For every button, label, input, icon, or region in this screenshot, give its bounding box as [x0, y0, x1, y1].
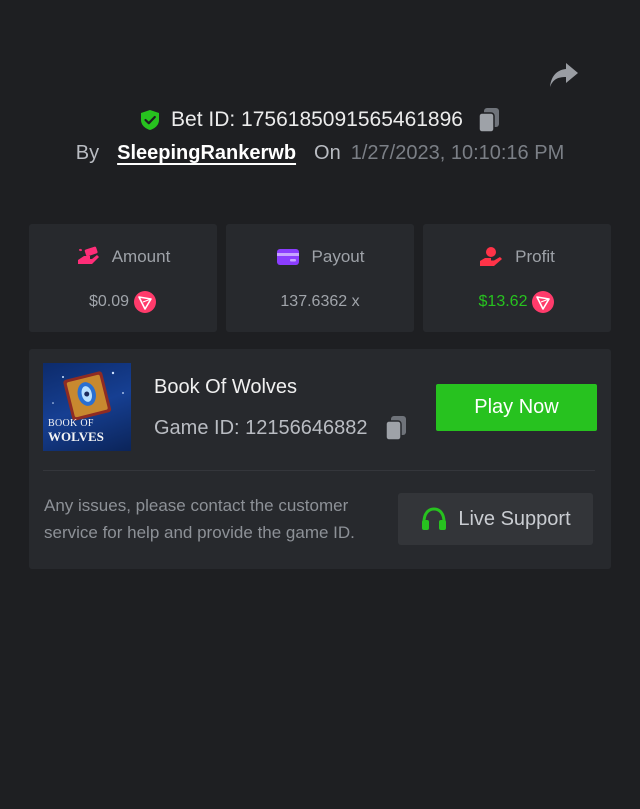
share-arrow-icon [550, 63, 578, 87]
stat-amount: Amount $0.09 [29, 224, 217, 332]
shield-check-icon [139, 109, 161, 131]
copy-bet-id-button[interactable] [477, 107, 501, 133]
share-button[interactable] [546, 58, 582, 92]
headset-icon [420, 506, 448, 532]
tron-coin-icon [531, 290, 555, 314]
money-hand-icon [76, 246, 100, 268]
profit-label: Profit [515, 247, 555, 266]
bet-stats: Amount $0.09 Payout 137.6362 x Profit $1… [29, 224, 611, 332]
support-notice: Any issues, please contact the customer … [44, 496, 355, 542]
on-label: On [314, 142, 341, 164]
username-link[interactable]: SleepingRankerwb [117, 142, 296, 165]
profit-hand-icon [479, 246, 503, 268]
tron-coin-icon [133, 290, 157, 314]
game-id-label: Game ID: 12156646882 [154, 416, 368, 439]
thumbnail-subtitle: BOOK OF [48, 418, 94, 429]
copy-icon [478, 108, 499, 133]
amount-value: $0.09 [88, 293, 130, 310]
wallet-card-icon [276, 246, 300, 268]
stat-payout: Payout 137.6362 x [226, 224, 414, 332]
bet-id-label: Bet ID: 1756185091565461896 [171, 108, 463, 131]
game-thumbnail[interactable]: BOOK OF WOLVES [43, 363, 131, 451]
thumbnail-title: WOLVES [48, 429, 104, 444]
by-label: By [75, 142, 100, 164]
bet-datetime: 1/27/2023, 10:10:16 PM [350, 142, 565, 164]
live-support-label: Live Support [458, 507, 571, 530]
game-card: BOOK OF WOLVES Book Of Wolves Game ID: 1… [29, 349, 611, 569]
game-id-row: Game ID: 12156646882 [154, 415, 408, 441]
bet-detail-page: Bet ID: 1756185091565461896 By SleepingR… [0, 0, 640, 809]
copy-game-id-button[interactable] [384, 415, 408, 441]
copy-icon [384, 416, 406, 441]
stat-profit: Profit $13.62 [423, 224, 611, 332]
divider [43, 470, 595, 471]
game-title: Book Of Wolves [154, 376, 298, 398]
play-now-button[interactable]: Play Now [436, 384, 597, 431]
payout-label: Payout [311, 247, 365, 266]
amount-label: Amount [111, 247, 171, 266]
bet-id-row: Bet ID: 1756185091565461896 [0, 104, 640, 136]
payout-value: 137.6362 x [280, 293, 360, 310]
live-support-button[interactable]: Live Support [398, 493, 593, 545]
author-row: By SleepingRankerwb On 1/27/2023, 10:10:… [0, 142, 640, 174]
profit-value: $13.62 [478, 293, 528, 310]
